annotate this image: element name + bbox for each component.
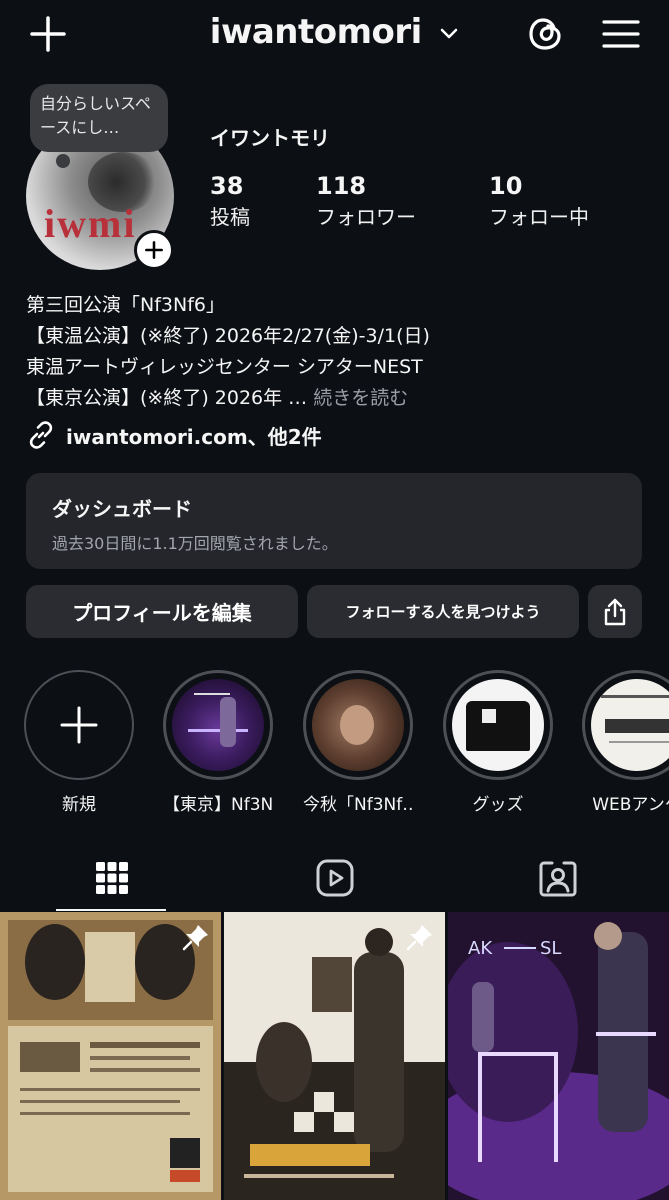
note-text: 自分らしいスペースにし… (40, 94, 151, 137)
post-image (224, 912, 445, 1200)
share-profile-button[interactable] (588, 585, 642, 638)
svg-text:SL: SL (540, 938, 561, 959)
highlight-ring (443, 670, 553, 780)
top-bar: iwantomori (0, 0, 669, 70)
reels-icon (316, 859, 353, 897)
add-story-icon[interactable] (134, 230, 174, 270)
plus-icon (60, 706, 98, 744)
avatar-logo: iwmi (44, 201, 137, 246)
post-image: AK SL (448, 912, 669, 1200)
bio: 第三回公演「Nf3Nf6」 【東温公演】(※終了) 2026年2/27(金)-3… (26, 290, 646, 414)
bio-line: 東温アートヴィレッジセンター シアターNEST (26, 356, 423, 378)
chevron-down-icon (440, 28, 458, 38)
post-tile[interactable] (224, 912, 445, 1200)
highlight-label: WEBアンケ (592, 795, 669, 815)
bio-line: 【東温公演】(※終了) 2026年2/27(金)-3/1(日) (26, 325, 430, 347)
tab-tagged[interactable] (446, 845, 669, 911)
highlight-web-survey[interactable]: WEBアンケ (582, 670, 669, 815)
discover-people-button[interactable]: フォローする人を見つけよう (307, 585, 579, 638)
link-text: iwantomori.com、他2件 (66, 424, 322, 449)
stat-label: 投稿 (210, 205, 250, 229)
stat-value: 10 (489, 172, 523, 200)
stat-posts[interactable]: 38 投稿 (210, 170, 250, 232)
tab-posts-grid[interactable] (0, 845, 223, 911)
highlight-tokyo[interactable]: 【東京】Nf3N… (163, 670, 273, 815)
pinned-icon (182, 925, 208, 951)
stat-label: フォロワー (316, 205, 416, 229)
highlight-goods[interactable]: グッズ (443, 670, 553, 815)
account-switcher[interactable]: iwantomori (0, 12, 669, 52)
pinned-icon (406, 925, 432, 951)
stat-followers[interactable]: 118 フォロワー (316, 170, 416, 232)
tagged-person-icon (539, 861, 576, 897)
highlight-label: 新規 (62, 795, 96, 815)
highlight-cover (312, 679, 404, 771)
active-tab-indicator (56, 909, 166, 911)
note-bubble[interactable]: 自分らしいスペースにし… (30, 84, 168, 168)
grid-icon (95, 862, 128, 894)
hamburger-menu-icon[interactable] (600, 14, 642, 54)
highlight-ring (24, 670, 134, 780)
highlight-label: 今秋「Nf3Nf… (303, 795, 413, 815)
share-icon (604, 598, 626, 625)
profile-link[interactable]: iwantomori.com、他2件 (26, 420, 322, 450)
post-image (0, 912, 221, 1200)
read-more-link[interactable]: 続きを読む (313, 387, 408, 409)
bio-line: 第三回公演「Nf3Nf6」 (26, 294, 225, 316)
post-tile[interactable] (0, 912, 221, 1200)
stat-following[interactable]: 10 フォロー中 (489, 170, 589, 232)
highlight-label: 【東京】Nf3N… (163, 795, 273, 815)
post-tile[interactable]: AK SL (448, 912, 669, 1200)
dashboard-subtitle: 過去30日間に1.1万回閲覧されました。 (52, 534, 338, 553)
highlight-label: グッズ (472, 795, 524, 815)
dashboard-title: ダッシュボード (52, 497, 192, 521)
threads-icon[interactable] (526, 14, 566, 54)
highlight-ring (163, 670, 273, 780)
highlight-new[interactable]: 新規 (24, 670, 134, 815)
highlight-ring (582, 670, 669, 780)
highlight-ring (303, 670, 413, 780)
bio-line: 【東京公演】(※終了) 2026年 (26, 387, 283, 409)
highlight-cover (172, 679, 264, 771)
stat-value: 38 (210, 172, 244, 200)
highlight-autumn[interactable]: 今秋「Nf3Nf… (303, 670, 413, 815)
tab-reels[interactable] (223, 845, 446, 911)
professional-dashboard[interactable]: ダッシュボード 過去30日間に1.1万回閲覧されました。 (26, 473, 642, 569)
username: iwantomori (209, 12, 423, 52)
svg-text:AK: AK (468, 938, 493, 959)
stat-label: フォロー中 (489, 205, 589, 229)
display-name: イワントモリ (210, 126, 330, 150)
highlight-cover (591, 679, 669, 771)
stat-value: 118 (316, 172, 367, 200)
edit-profile-button[interactable]: プロフィールを編集 (26, 585, 298, 638)
profile-tabs (0, 845, 669, 911)
link-icon (29, 421, 53, 449)
highlight-cover (452, 679, 544, 771)
